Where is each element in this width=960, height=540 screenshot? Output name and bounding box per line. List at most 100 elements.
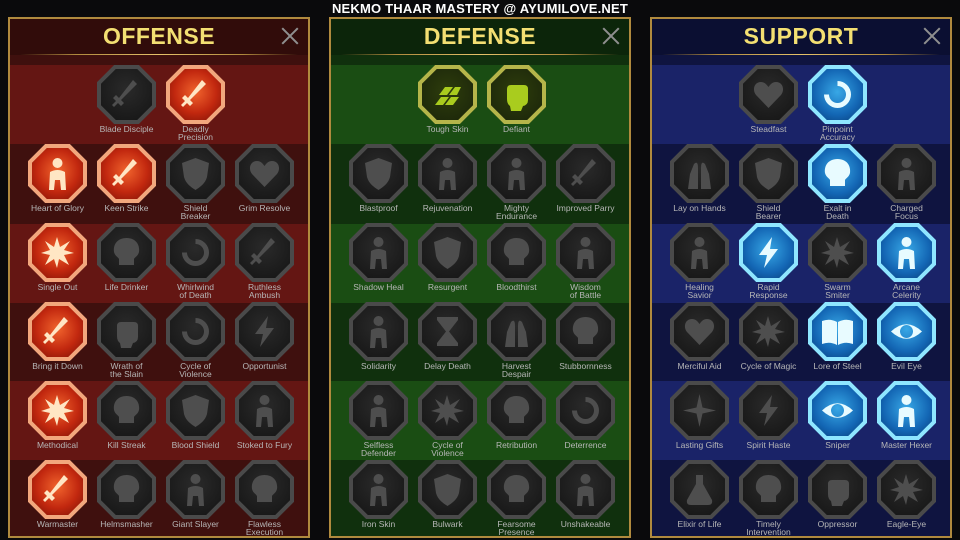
skill-lasting-gifts[interactable]: Lasting Gifts	[665, 381, 734, 458]
skill-shadow-heal[interactable]: Shadow Heal	[344, 223, 413, 300]
skill-retribution[interactable]: Retribution	[482, 381, 551, 458]
skill-ruthless-ambush[interactable]: Ruthless Ambush	[230, 223, 299, 300]
skill-icon-frame	[670, 460, 729, 519]
skill-tough-skin[interactable]: Tough Skin	[413, 65, 482, 142]
whirlwind-icon	[182, 239, 209, 266]
skill-master-hexer[interactable]: Master Hexer	[872, 381, 941, 458]
sword-and-shield-icon	[434, 237, 461, 269]
skill-label: Eagle-Eye	[886, 519, 927, 529]
skill-rejuvenation[interactable]: Rejuvenation	[413, 144, 482, 221]
skill-single-out[interactable]: Single Out	[23, 223, 92, 300]
skill-icon-frame	[808, 381, 867, 440]
skill-icon-frame	[670, 144, 729, 203]
defense-title: DEFENSE	[423, 23, 537, 49]
skill-selfless-defender[interactable]: Selfless Defender	[344, 381, 413, 458]
skill-stoked-to-fury[interactable]: Stoked to Fury	[230, 381, 299, 458]
skill-resurgent[interactable]: Resurgent	[413, 223, 482, 300]
skill-lore-of-steel[interactable]: Lore of Steel	[803, 302, 872, 379]
skill-icon-frame	[349, 144, 408, 203]
executioner-skull-icon	[251, 475, 278, 502]
skill-exalt-in-death[interactable]: Exalt in Death	[803, 144, 872, 221]
skill-fearsome-presence[interactable]: Fearsome Presence	[482, 460, 551, 536]
skill-charged-focus[interactable]: Charged Focus	[872, 144, 941, 221]
skill-unshakeable[interactable]: Unshakeable	[551, 460, 620, 536]
skill-rapid-response[interactable]: Rapid Response	[734, 223, 803, 300]
shadow-figure-icon	[370, 237, 387, 269]
skill-eagle-eye[interactable]: Eagle-Eye	[872, 460, 941, 536]
skill-wisdom-of-battle[interactable]: Wisdom of Battle	[551, 223, 620, 300]
skill-elixir-of-life[interactable]: Elixir of Life	[665, 460, 734, 536]
skill-lay-on-hands[interactable]: Lay on Hands	[665, 144, 734, 221]
skill-life-drinker[interactable]: Life Drinker	[92, 223, 161, 300]
skill-cycle-of-magic[interactable]: Cycle of Magic	[734, 302, 803, 379]
skill-icon-frame	[235, 302, 294, 361]
skill-label: Stoked to Fury	[236, 440, 293, 450]
skill-kill-streak[interactable]: Kill Streak	[92, 381, 161, 458]
skill-label: Wisdom of Battle	[569, 282, 602, 300]
skill-healing-savior[interactable]: Healing Savior	[665, 223, 734, 300]
skill-label: Blastproof	[359, 203, 398, 213]
skill-shield-breaker[interactable]: Shield Breaker	[161, 144, 230, 221]
skill-blade-disciple[interactable]: Blade Disciple	[92, 65, 161, 142]
close-icon[interactable]	[280, 26, 300, 46]
skill-harvest-despair[interactable]: Harvest Despair	[482, 302, 551, 379]
skill-grim-resolve[interactable]: Grim Resolve	[230, 144, 299, 221]
skill-blastproof[interactable]: Blastproof	[344, 144, 413, 221]
skill-label: Warmaster	[36, 519, 79, 529]
crossed-swords-icon	[112, 80, 137, 107]
skill-cycle-of-violence[interactable]: Cycle of Violence	[161, 302, 230, 379]
skill-bulwark[interactable]: Bulwark	[413, 460, 482, 536]
close-icon[interactable]	[922, 26, 942, 46]
skill-deterrence[interactable]: Deterrence	[551, 381, 620, 458]
skill-sniper[interactable]: Sniper	[803, 381, 872, 458]
skill-spirit-haste[interactable]: Spirit Haste	[734, 381, 803, 458]
skill-label: Methodical	[36, 440, 79, 450]
skill-methodical[interactable]: Methodical	[23, 381, 92, 458]
skill-improved-parry[interactable]: Improved Parry	[551, 144, 620, 221]
skill-deadly-precision[interactable]: Deadly Precision	[161, 65, 230, 142]
skill-shield-bearer[interactable]: Shield Bearer	[734, 144, 803, 221]
skill-icon-frame	[349, 223, 408, 282]
skill-pinpoint-accuracy[interactable]: Pinpoint Accuracy	[803, 65, 872, 142]
skill-whirlwind-of-death[interactable]: Whirlwind of Death	[161, 223, 230, 300]
skill-swarm-smiter[interactable]: Swarm Smiter	[803, 223, 872, 300]
skill-steadfast[interactable]: Steadfast	[734, 65, 803, 142]
skill-flawless-execution[interactable]: Flawless Execution	[230, 460, 299, 536]
skill-label: Shadow Heal	[353, 282, 404, 292]
skill-icon-frame	[28, 381, 87, 440]
skill-heart-of-glory[interactable]: Heart of Glory	[23, 144, 92, 221]
skill-bring-it-down[interactable]: Bring it Down	[23, 302, 92, 379]
skill-helmsmasher[interactable]: Helmsmasher	[92, 460, 161, 536]
skill-icon-frame	[556, 460, 615, 519]
skill-label: Master Hexer	[880, 440, 932, 450]
skill-warmaster[interactable]: Warmaster	[23, 460, 92, 536]
skill-label: Shield Breaker	[180, 203, 211, 221]
skill-icon-frame	[739, 460, 798, 519]
skill-defiant[interactable]: Defiant	[482, 65, 551, 142]
skill-stubbornness[interactable]: Stubbornness	[551, 302, 620, 379]
skill-delay-death[interactable]: Delay Death	[413, 302, 482, 379]
skill-giant-slayer[interactable]: Giant Slayer	[161, 460, 230, 536]
skill-opportunist[interactable]: Opportunist	[230, 302, 299, 379]
skill-keen-strike[interactable]: Keen Strike	[92, 144, 161, 221]
muscular-torso-icon	[508, 158, 525, 190]
skill-iron-skin[interactable]: Iron Skin	[344, 460, 413, 536]
skill-label: Life Drinker	[104, 282, 149, 292]
broken-shield-icon	[182, 158, 209, 190]
close-icon[interactable]	[601, 26, 621, 46]
skill-timely-intervention[interactable]: Timely Intervention	[734, 460, 803, 536]
skill-merciful-aid[interactable]: Merciful Aid	[665, 302, 734, 379]
skill-mighty-endurance[interactable]: Mighty Endurance	[482, 144, 551, 221]
skill-cycle-of-violence[interactable]: Cycle of Violence	[413, 381, 482, 458]
skill-wrath-of-the-slain[interactable]: Wrath of the Slain	[92, 302, 161, 379]
skill-solidarity[interactable]: Solidarity	[344, 302, 413, 379]
skill-oppressor[interactable]: Oppressor	[803, 460, 872, 536]
skill-label: Oppressor	[817, 519, 858, 529]
skill-bloodthirst[interactable]: Bloodthirst	[482, 223, 551, 300]
skill-label: Blade Disciple	[99, 124, 154, 134]
skill-evil-eye[interactable]: Evil Eye	[872, 302, 941, 379]
skill-blood-shield[interactable]: Blood Shield	[161, 381, 230, 458]
skill-icon-frame	[166, 65, 225, 124]
skill-arcane-celerity[interactable]: Arcane Celerity	[872, 223, 941, 300]
skill-icon-frame	[739, 302, 798, 361]
